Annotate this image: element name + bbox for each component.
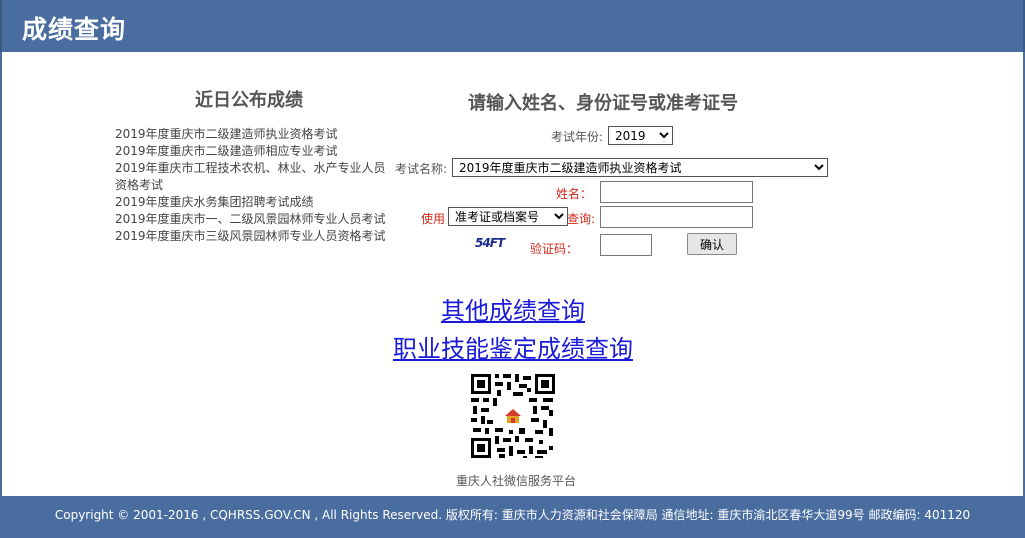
- captcha-image: 54FT: [475, 236, 505, 250]
- qr-caption: 重庆人社微信服务平台: [456, 474, 577, 488]
- exam-name-select[interactable]: 2019年度重庆市二级建造师执业资格考试: [452, 158, 828, 177]
- list-item[interactable]: 2019年重庆市工程技术农机、林业、水产专业人员资格考试: [115, 160, 390, 194]
- name-label: 姓名：: [556, 187, 593, 201]
- captcha-label: 验证码：: [530, 242, 579, 256]
- use-label: 使用: [421, 212, 446, 226]
- header-bar: 成绩查询: [0, 0, 1025, 52]
- captcha-input[interactable]: [600, 234, 652, 256]
- id-type-select[interactable]: 准考证或档案号: [448, 207, 568, 226]
- other-results-link[interactable]: 其他成绩查询: [441, 291, 585, 326]
- qr-code-svg: [469, 372, 557, 460]
- query-label: 查询:: [567, 212, 596, 226]
- skill-results-link[interactable]: 职业技能鉴定成绩查询: [393, 329, 633, 364]
- list-item[interactable]: 2019年度重庆市二级建造师执业资格考试: [115, 126, 390, 143]
- recent-results-title: 近日公布成绩: [195, 90, 303, 111]
- confirm-button[interactable]: 确认: [687, 233, 737, 255]
- exam-name-label: 考试名称:: [395, 162, 448, 176]
- list-item[interactable]: 2019年度重庆市二级建造师相应专业考试: [115, 143, 390, 160]
- list-item[interactable]: 2019年度重庆水务集团招聘考试成绩: [115, 194, 390, 211]
- list-item[interactable]: 2019年度重庆市三级风景园林师专业人员资格考试: [115, 228, 390, 245]
- list-item[interactable]: 2019年度重庆市一、二级风景园林师专业人员考试: [115, 211, 390, 228]
- year-select[interactable]: 2019: [608, 126, 673, 145]
- footer-copyright: Copyright © 2001-2016 , CQHRSS.GOV.CN , …: [54, 508, 971, 522]
- form-title: 请输入姓名、身份证号或准考证号: [468, 93, 738, 114]
- year-label: 考试年份:: [551, 130, 604, 144]
- recent-results-list: 2019年度重庆市二级建造师执业资格考试 2019年度重庆市二级建造师相应专业考…: [115, 126, 390, 245]
- footer-bar: Copyright © 2001-2016 , CQHRSS.GOV.CN , …: [0, 496, 1025, 538]
- query-input[interactable]: [600, 206, 753, 228]
- page-title: 成绩查询: [22, 15, 127, 44]
- name-input[interactable]: [600, 181, 753, 203]
- qr-code-icon: [469, 372, 557, 460]
